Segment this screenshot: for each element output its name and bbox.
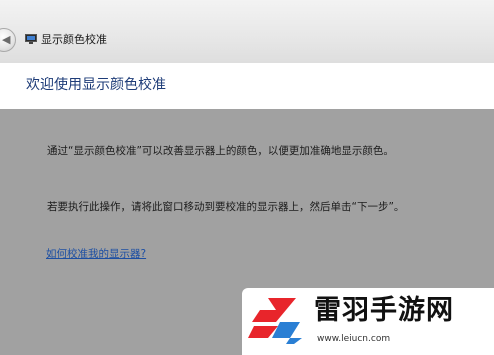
window-title: 显示颜色校准 — [41, 33, 107, 46]
intro-paragraph: 通过“显示颜色校准”可以改善显示器上的颜色，以便更加准确地显示颜色。 — [47, 145, 394, 157]
back-arrow-icon: ◀ — [2, 33, 11, 46]
leiyu-logo-icon — [248, 298, 302, 344]
back-button[interactable]: ◀ — [0, 28, 16, 52]
watermark-brand: 雷羽手游网 — [314, 295, 454, 326]
header-panel: 欢迎使用显示颜色校准 — [0, 63, 494, 109]
help-link[interactable]: 如何校准我的显示器? — [46, 247, 146, 261]
watermark-url: www.leiucn.com — [317, 334, 391, 344]
instruction-paragraph: 若要执行此操作，请将此窗口移动到要校准的显示器上，然后单击“下一步”。 — [47, 201, 405, 213]
page-title: 欢迎使用显示颜色校准 — [26, 77, 166, 93]
calibration-window: ◀ 显示颜色校准 欢迎使用显示颜色校准 通过“显示颜色校准”可以改善显示器上的颜… — [0, 0, 494, 355]
display-calibration-icon — [25, 34, 37, 44]
watermark: 雷羽手游网 www.leiucn.com — [242, 288, 494, 355]
title-bar: ◀ 显示颜色校准 — [0, 0, 494, 64]
